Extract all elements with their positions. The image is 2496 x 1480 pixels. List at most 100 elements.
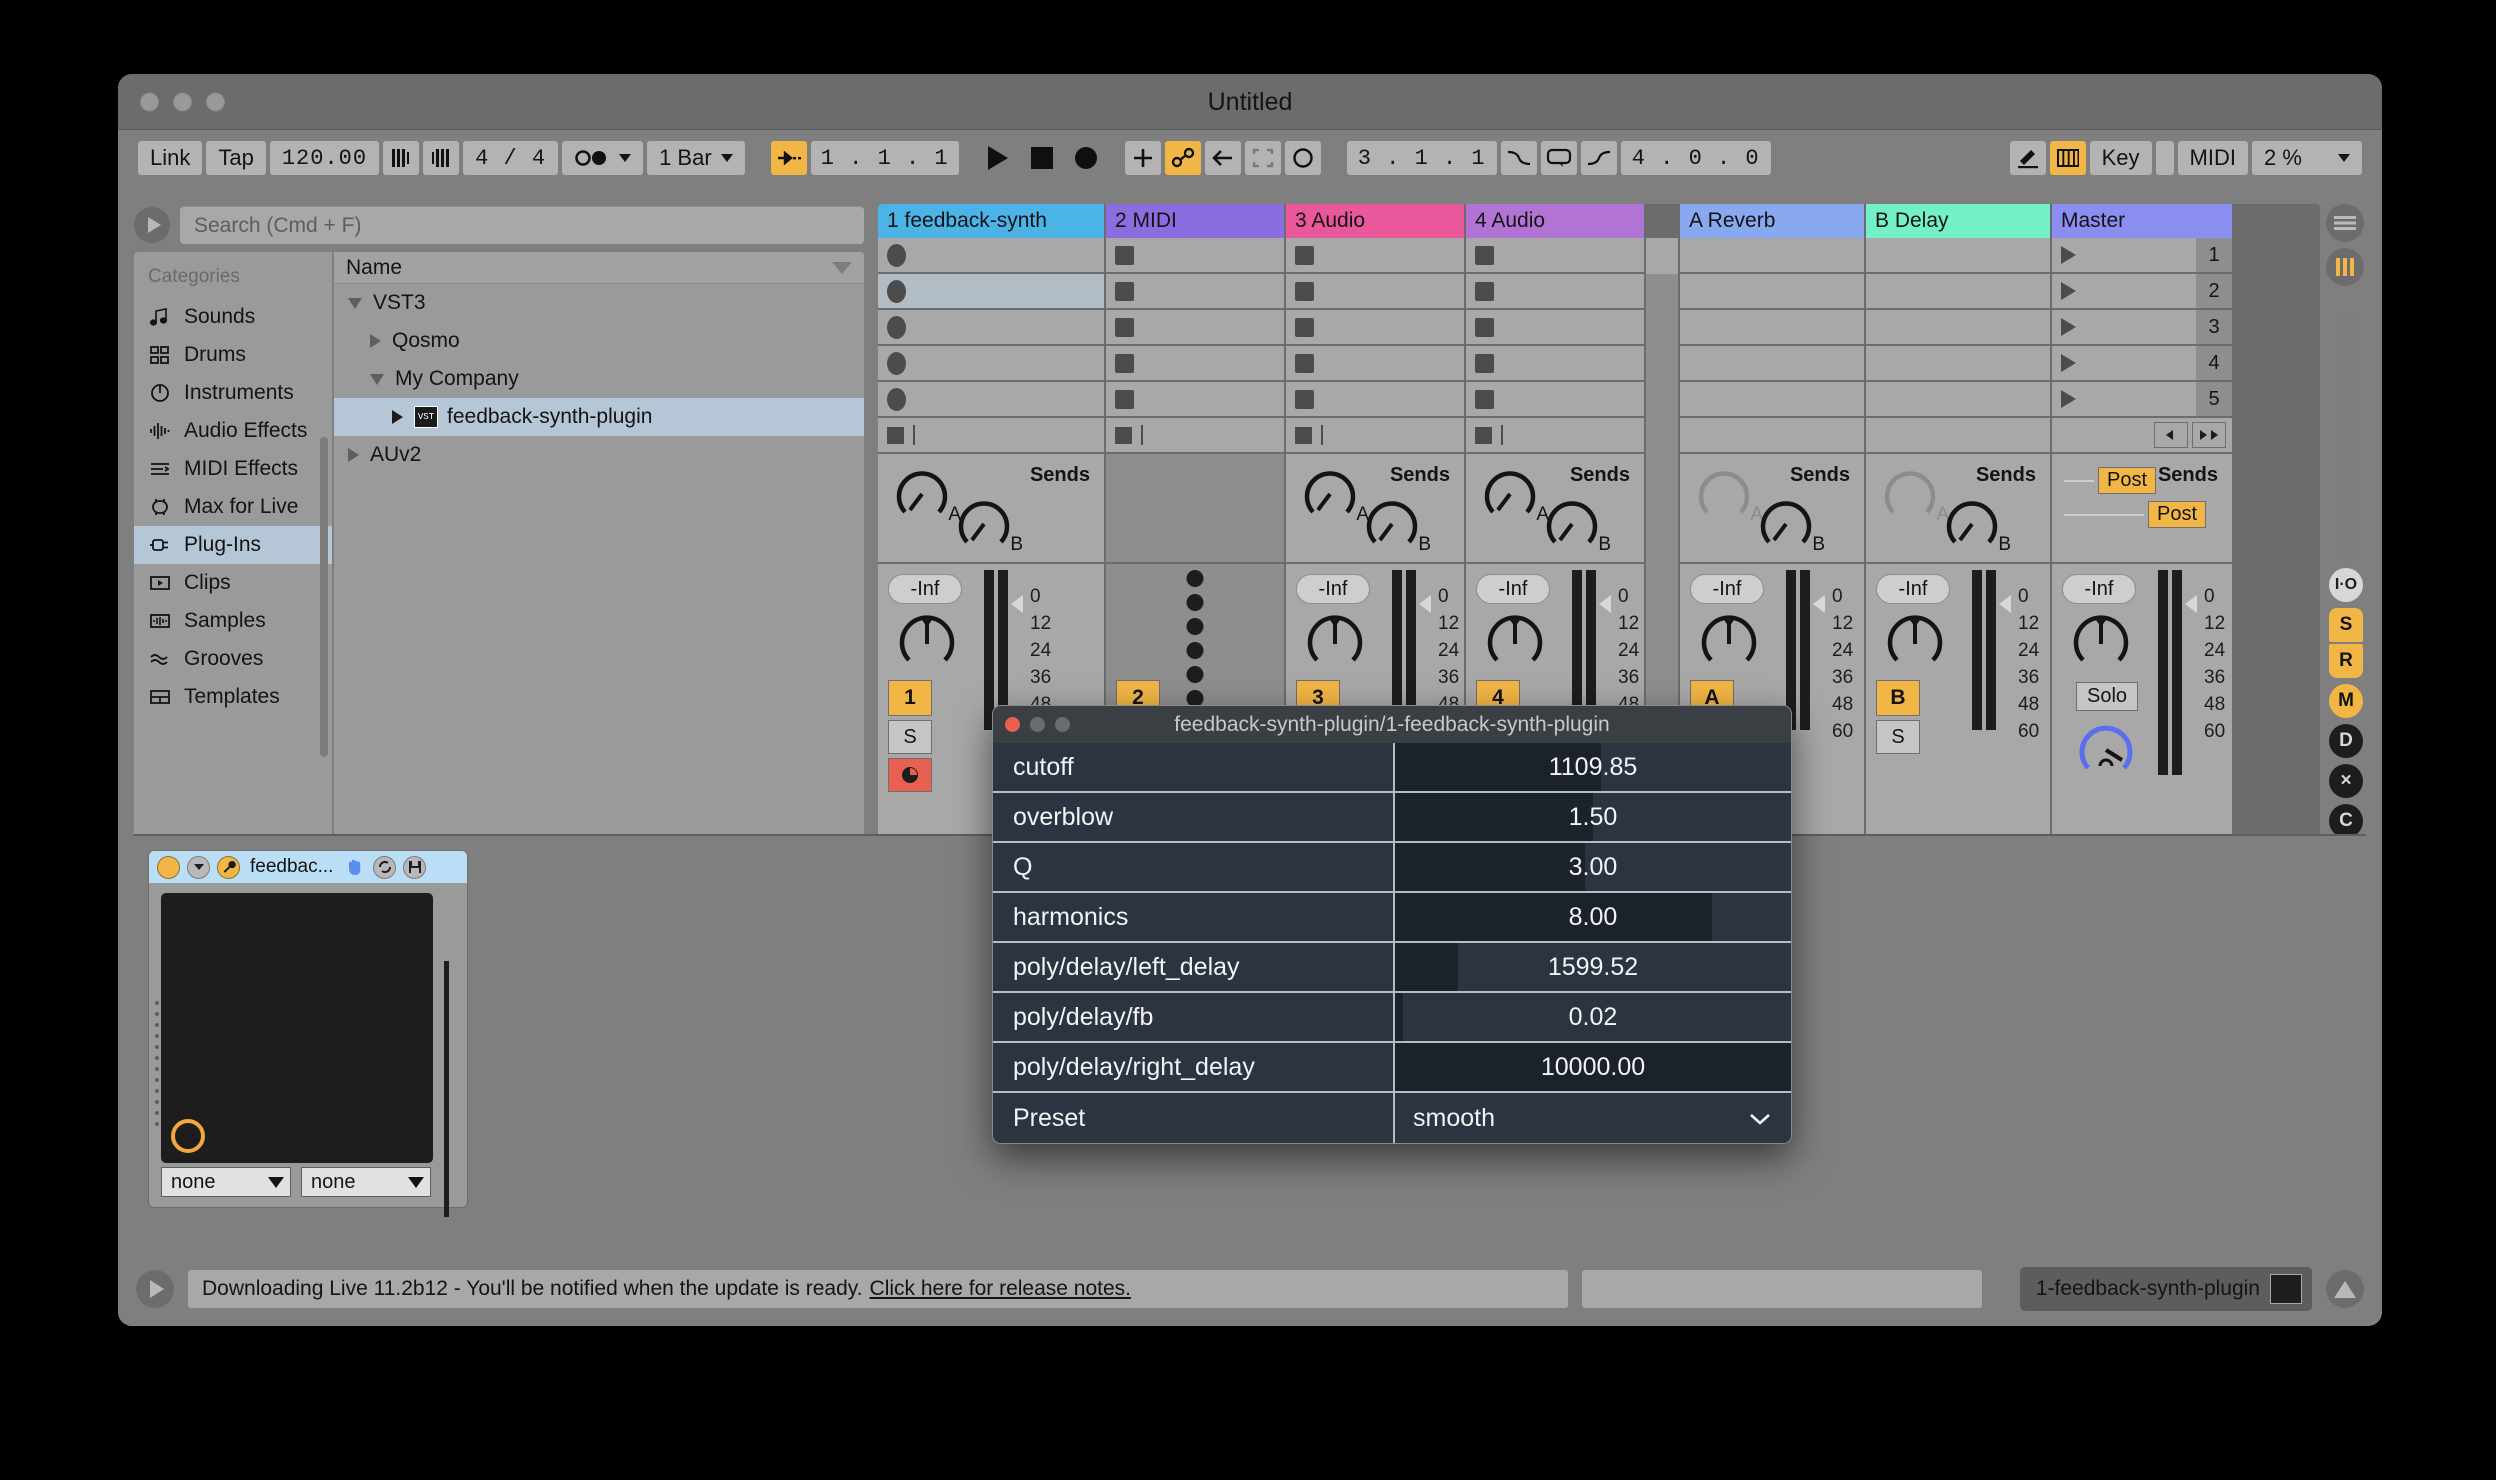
plugin-window-titlebar[interactable]: feedback-synth-plugin/1-feedback-synth-p… (993, 706, 1791, 743)
track-activator[interactable]: 1 (888, 680, 932, 716)
sort-caret-icon[interactable] (832, 261, 852, 274)
track-header[interactable]: A Reverb (1680, 204, 1864, 238)
sends-toggle-icon[interactable]: S (2329, 608, 2363, 642)
preset-select[interactable]: smooth (1393, 1093, 1791, 1143)
clip-slot[interactable] (878, 238, 1104, 272)
mixer-bars-icon[interactable] (2326, 248, 2364, 286)
clip-slot[interactable] (1286, 238, 1464, 272)
crossfade-toggle-icon[interactable]: × (2329, 764, 2363, 798)
send-b-knob[interactable]: B (1546, 498, 1611, 555)
maximize-window-button[interactable] (206, 92, 225, 111)
param-slider[interactable]: 1109.85 (1393, 743, 1791, 791)
metronome-half-icon[interactable] (383, 141, 420, 175)
crossfade-row[interactable] (2052, 418, 2232, 452)
track-header[interactable]: 2 MIDI (1106, 204, 1284, 238)
plugin-close-button[interactable] (1005, 717, 1020, 732)
param-row-harmonics[interactable]: harmonics 8.00 (993, 893, 1791, 943)
stop-clip-row[interactable] (1286, 418, 1464, 452)
volume-display[interactable]: -Inf (1476, 574, 1550, 604)
device-drag-handle[interactable] (155, 1001, 159, 1126)
master-volume-display[interactable]: -Inf (2062, 574, 2136, 604)
tempo-field[interactable]: 120.00 (269, 141, 380, 175)
sidebar-item-drums[interactable]: Drums (134, 336, 332, 374)
fold-down-icon[interactable] (187, 855, 210, 879)
tap-tempo-button[interactable]: Tap (206, 141, 266, 175)
metronome-icon[interactable] (423, 141, 460, 175)
volume-display[interactable]: -Inf (1690, 574, 1764, 604)
send-a-knob[interactable]: A (1698, 468, 1763, 525)
param-row-overblow[interactable]: overblow 1.50 (993, 793, 1791, 843)
tree-item-my-company[interactable]: My Company (334, 360, 864, 398)
pan-knob[interactable] (1486, 612, 1544, 670)
cpu-meter[interactable]: 2 % (2252, 141, 2362, 175)
clip-slot[interactable] (1286, 382, 1464, 416)
param-row-q[interactable]: Q 3.00 (993, 843, 1791, 893)
fade-down-icon[interactable] (1500, 141, 1537, 175)
param-slider[interactable]: 1.50 (1393, 793, 1791, 841)
stop-clip-row[interactable] (1106, 418, 1284, 452)
sidebar-item-sounds[interactable]: Sounds (134, 298, 332, 336)
status-secondary-field[interactable] (1582, 1270, 1982, 1308)
param-row-left-delay[interactable]: poly/delay/left_delay 1599.52 (993, 943, 1791, 993)
sidebar-item-plug-ins[interactable]: Plug-Ins (134, 526, 332, 564)
pan-knob[interactable] (1700, 612, 1758, 670)
sidebar-item-templates[interactable]: Templates (134, 678, 332, 716)
param-slider[interactable]: 10000.00 (1393, 1043, 1791, 1091)
plugin-maximize-button[interactable] (1055, 717, 1070, 732)
loop-brace-icon[interactable] (1540, 141, 1577, 175)
param-row-cutoff[interactable]: cutoff 1109.85 (993, 743, 1791, 793)
chain-toggle-icon[interactable]: C (2329, 804, 2363, 838)
send-b-knob[interactable]: B (958, 498, 1023, 555)
clip-slot[interactable] (1466, 346, 1644, 380)
volume-display[interactable]: -Inf (888, 574, 962, 604)
track-activator[interactable]: B (1876, 680, 1920, 716)
session-scrollbar[interactable] (2338, 312, 2354, 562)
param-slider[interactable]: 0.02 (1393, 993, 1791, 1041)
plugin-minimize-button[interactable] (1030, 717, 1045, 732)
solo-button[interactable]: S (888, 720, 932, 754)
send-b-knob[interactable]: B (1760, 498, 1825, 555)
automation-link-icon[interactable] (1164, 141, 1201, 175)
clip-slot[interactable] (878, 274, 1104, 308)
midi-keyboard-icon[interactable] (2049, 141, 2086, 175)
param-slider[interactable]: 3.00 (1393, 843, 1791, 891)
returns-toggle-icon[interactable]: R (2329, 644, 2363, 678)
plugin-window-controls[interactable] (1005, 717, 1070, 732)
send-a-knob[interactable]: A (1484, 468, 1549, 525)
clip-slot[interactable] (1106, 238, 1284, 272)
track-header[interactable]: 3 Audio (1286, 204, 1464, 238)
sidebar-item-grooves[interactable]: Grooves (134, 640, 332, 678)
scene-row[interactable]: 3 (2052, 310, 2232, 344)
show-hide-icon[interactable] (2326, 1270, 2364, 1308)
solo-button[interactable]: S (1876, 720, 1920, 754)
fade-up-icon[interactable] (1580, 141, 1617, 175)
loop-circle-icon[interactable] (1284, 141, 1321, 175)
pan-knob[interactable] (898, 612, 956, 670)
pan-knob[interactable] (1886, 612, 1944, 670)
send-b-knob[interactable]: B (1366, 498, 1431, 555)
clip-slot[interactable] (1106, 274, 1284, 308)
midi-to-select[interactable]: none (301, 1167, 431, 1197)
draw-pencil-icon[interactable] (2009, 141, 2046, 175)
send-a-knob[interactable]: A (1884, 468, 1949, 525)
delay-toggle-icon[interactable]: D (2329, 724, 2363, 758)
sidebar-item-max-for-live[interactable]: Max for Live (134, 488, 332, 526)
param-row-preset[interactable]: Preset smooth (993, 1093, 1791, 1143)
send-a-knob[interactable]: A (1304, 468, 1369, 525)
clip-slot[interactable] (878, 346, 1104, 380)
midi-from-select[interactable]: none (161, 1167, 291, 1197)
midi-map-button[interactable]: MIDI (2177, 141, 2248, 175)
io-icon[interactable]: I·O (2329, 568, 2363, 602)
sidebar-item-instruments[interactable]: Instruments (134, 374, 332, 412)
tree-item-feedback-synth-plugin[interactable]: VST feedback-synth-plugin (334, 398, 864, 436)
send-a-knob[interactable]: A (896, 468, 961, 525)
browser-preview-play-button[interactable] (134, 207, 170, 243)
track-header[interactable]: B Delay (1866, 204, 2050, 238)
clip-slot[interactable] (1466, 310, 1644, 344)
stop-clip-row[interactable] (1466, 418, 1644, 452)
punch-in-button[interactable] (770, 141, 807, 175)
record-quantize-button[interactable] (562, 141, 644, 175)
arrangement-position-field[interactable]: 1 . 1 . 1 (810, 141, 959, 175)
plus-icon[interactable] (1124, 141, 1161, 175)
play-icon[interactable] (983, 143, 1013, 173)
